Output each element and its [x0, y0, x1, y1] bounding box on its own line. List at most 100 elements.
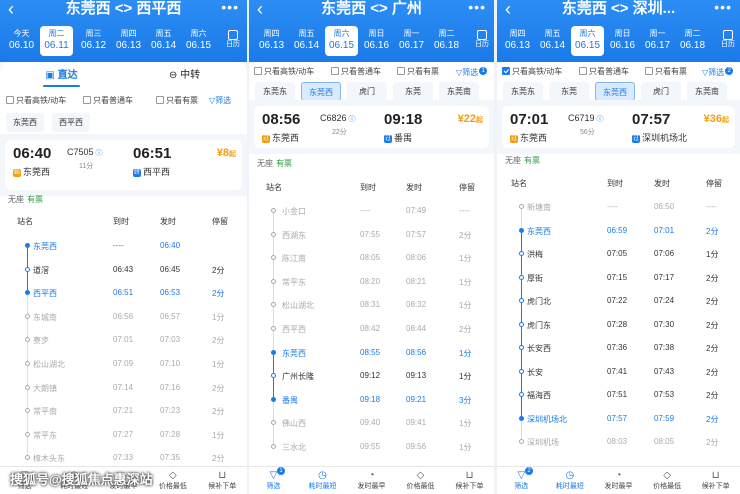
stops-header-0: 站名 — [511, 179, 527, 188]
date-tab-06.13[interactable]: 周四 06.13 — [501, 26, 534, 56]
station-chip[interactable]: 东莞西 — [595, 82, 635, 101]
stop-dep: 07:23 — [160, 406, 181, 416]
filter-option[interactable]: 只看普通车 — [331, 67, 381, 77]
filter-option[interactable]: 只看普通车 — [579, 67, 629, 77]
stop-stay: 2分 — [706, 273, 719, 283]
filter-option[interactable]: 只看有票 — [645, 67, 687, 77]
bottom-clock-button[interactable]: ◷ 耗时最短 — [546, 470, 595, 491]
more-dots-icon[interactable]: ••• — [221, 0, 239, 14]
station-chip[interactable]: 东莞东 — [503, 82, 543, 101]
date-tab-06.16[interactable]: 周日 06.16 — [606, 26, 639, 56]
more-dots-icon[interactable]: ••• — [468, 0, 486, 14]
date-tab-06.17[interactable]: 周一 06.17 — [395, 26, 428, 56]
station-chip[interactable]: 东莞 — [393, 82, 433, 101]
calendar-button[interactable]: 日历 — [223, 30, 243, 49]
tab-transfer[interactable]: ⊖ 中转 — [123, 62, 246, 90]
filter-option[interactable]: 只看高铁/动车 — [254, 67, 314, 77]
stop-row: 长安西 07:36 07:38 2分 — [497, 336, 740, 359]
station-chip[interactable]: 西平西 — [52, 113, 90, 132]
train-card[interactable]: 08:56 C6826 ⓘ 22分 09:18 过东莞西过番禺 ¥22起 — [254, 106, 489, 148]
date-tab-06.14[interactable]: 周五 06.14 — [147, 26, 180, 56]
bottom-price-tag-button[interactable]: ◇ 价格最低 — [148, 470, 197, 491]
station-chip[interactable]: 东莞南 — [687, 82, 727, 101]
filter-option[interactable]: 只看有票 — [397, 67, 439, 77]
bottom-label: 筛选 — [514, 483, 529, 490]
station-chip[interactable]: 东莞西 — [6, 113, 44, 132]
bottom-departure-button[interactable]: ◔ 发时最早 — [594, 470, 643, 491]
seat-availability: 无座 有票 — [505, 155, 540, 166]
date-tab-06.11[interactable]: 周二 06.11 — [40, 26, 73, 56]
bottom-price-tag-button[interactable]: ◇ 价格最低 — [643, 470, 692, 491]
calendar-button[interactable]: 日历 — [472, 30, 492, 49]
filter-button[interactable]: ▽筛选 2 — [702, 67, 734, 78]
date-tab-06.15[interactable]: 周六 06.15 — [571, 26, 604, 56]
station-chip[interactable]: 虎门 — [641, 82, 681, 101]
date-day: 06.14 — [150, 40, 177, 51]
seat-status: 有票 — [276, 159, 292, 168]
stop-dep: 06:50 — [654, 202, 675, 211]
stop-dot — [519, 345, 524, 350]
bottom-cart-button[interactable]: ⊔ 候补下单 — [445, 470, 494, 491]
date-tab-06.13[interactable]: 周四 06.13 — [112, 26, 145, 56]
bottom-price-tag-button[interactable]: ◇ 价格最低 — [396, 470, 445, 491]
train-card[interactable]: 06:40 C7505 ⓘ 11分 06:51 始东莞西 终西平西 ¥8起 — [5, 140, 242, 190]
bottom-filter-button[interactable]: ▽ 2 筛选 — [497, 467, 546, 491]
bottom-clock-button[interactable]: ◷ 耗时最短 — [298, 470, 347, 491]
stop-arr: 06:43 — [113, 264, 134, 274]
filter-option[interactable]: 只看高铁/动车 — [502, 67, 562, 77]
stop-name: 番禺 — [282, 395, 298, 405]
station-chip[interactable]: 东莞 — [549, 82, 589, 101]
stop-name: 寮步 — [33, 336, 49, 346]
screenshot-collage: ‹ 东莞西 <> 西平西 ••• 今天 06.10 周二 06.11 周三 06.12 周四 06.… — [0, 0, 740, 494]
train-info-icon: ⓘ — [346, 116, 356, 123]
filter-option[interactable]: 只看有票 — [156, 96, 198, 106]
stop-dot — [25, 455, 30, 461]
date-strip: 周四 06.13 周五 06.14 周六 06.15 周日 06.16 周一 06.17 周二 06.… — [249, 26, 494, 58]
station-chip[interactable]: 东莞南 — [439, 82, 479, 101]
departure-station: 始东莞西 — [13, 165, 50, 178]
station-chip[interactable]: 东莞西 — [301, 82, 341, 101]
end-tag: 过 — [384, 135, 393, 143]
train-card[interactable]: 07:01 C6719 ⓘ 56分 07:57 过东莞西过深圳机场北 ¥36起 — [502, 106, 735, 148]
date-tab-06.14[interactable]: 周五 06.14 — [536, 26, 569, 56]
filter-button[interactable]: ▽筛选 1 — [456, 67, 488, 78]
route-title: 东莞西 <> 深圳... — [561, 0, 676, 17]
date-tab-06.14[interactable]: 周五 06.14 — [290, 26, 323, 56]
more-dots-icon[interactable]: ••• — [714, 0, 732, 14]
bottom-departure-button[interactable]: ◔ 发时最早 — [347, 470, 396, 491]
stop-row: 福海西 07:51 07:53 2分 — [497, 383, 740, 406]
filter-option[interactable]: 只看普通车 — [83, 96, 133, 106]
tab-direct[interactable]: ▣ 直达 — [0, 62, 123, 90]
checkbox-icon — [579, 67, 587, 75]
stop-name: 西平西 — [33, 289, 57, 299]
stop-name: 佛山西 — [282, 419, 306, 429]
stop-row: 番禺 09:18 09:21 3分 — [249, 388, 494, 411]
date-tab-06.15[interactable]: 周六 06.15 — [325, 26, 358, 56]
date-tab-06.18[interactable]: 周二 06.18 — [676, 26, 709, 56]
date-tab-06.12[interactable]: 周三 06.12 — [77, 26, 110, 56]
filter-button[interactable]: ▽筛选 — [209, 96, 231, 106]
stop-name: 大朗镇 — [33, 383, 57, 393]
stop-arr: 07:01 — [113, 335, 134, 345]
calendar-button[interactable]: 日历 — [718, 30, 738, 49]
date-tab-06.10[interactable]: 今天 06.10 — [5, 26, 38, 56]
date-tab-06.16[interactable]: 周日 06.16 — [360, 26, 393, 56]
stop-name: 陈江南 — [282, 254, 306, 264]
date-day: 06.15 — [328, 40, 355, 51]
station-chip[interactable]: 东莞东 — [255, 82, 295, 101]
date-tab-06.17[interactable]: 周一 06.17 — [641, 26, 674, 56]
stop-arr: 07:15 — [607, 272, 628, 282]
stop-row: 洪梅 07:05 07:06 1分 — [497, 242, 740, 265]
date-tab-06.13[interactable]: 周四 06.13 — [255, 26, 288, 56]
price-tag-icon: ◇ — [416, 470, 425, 481]
stop-arr: 07:51 — [607, 390, 628, 399]
filter-option[interactable]: 只看高铁/动车 — [6, 96, 66, 106]
date-tab-06.18[interactable]: 周二 06.18 — [430, 26, 463, 56]
station-chip[interactable]: 虎门 — [347, 82, 387, 101]
stop-row: 东莞西 08:55 08:56 1分 — [249, 341, 494, 364]
bottom-filter-button[interactable]: ▽ 1 筛选 — [249, 467, 298, 491]
bottom-cart-button[interactable]: ⊔ 候补下单 — [198, 470, 247, 491]
date-tab-06.15[interactable]: 周六 06.15 — [182, 26, 215, 56]
stop-stay: 2分 — [212, 383, 225, 393]
bottom-cart-button[interactable]: ⊔ 候补下单 — [691, 470, 740, 491]
